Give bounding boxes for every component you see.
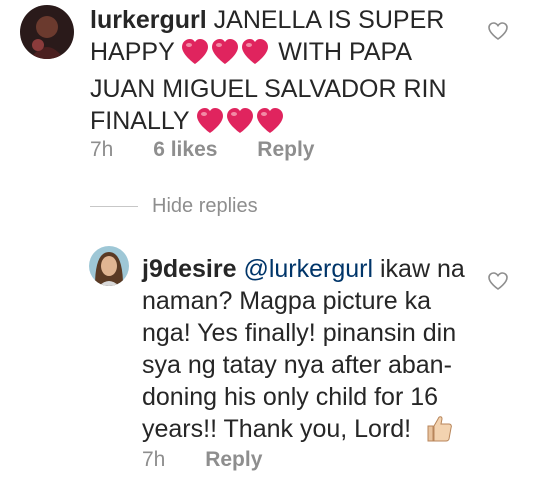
hide-replies-label: Hide replies xyxy=(152,195,258,217)
like-reply-button[interactable] xyxy=(488,272,508,295)
username-j9desire[interactable]: j9desire xyxy=(142,255,237,283)
comment-time: 7h xyxy=(90,138,114,161)
username-lurkergurl[interactable]: lurkergurl xyxy=(90,6,207,34)
reply-text-line: years!! Thank you, Lord! xyxy=(142,415,412,443)
divider-line xyxy=(90,206,138,207)
red-heart-icon xyxy=(256,108,284,142)
hide-replies-toggle[interactable]: Hide replies xyxy=(90,195,258,218)
reply-text-line: sya ng tatay nya after aban- xyxy=(142,351,452,379)
mention-link[interactable]: @lurkergurl xyxy=(243,255,373,283)
avatar-lurkergurl[interactable] xyxy=(20,5,74,59)
thumbs-up-icon xyxy=(424,413,454,451)
red-heart-icon xyxy=(241,39,269,73)
avatar-image xyxy=(89,246,129,286)
heart-outline-icon xyxy=(488,22,508,40)
reply-text-line: ikaw na xyxy=(380,255,465,283)
comment-text-part: JANELLA IS SUPER xyxy=(213,6,445,34)
like-comment-button[interactable] xyxy=(488,22,508,45)
reply-text-line: naman? Magpa picture ka xyxy=(142,287,432,315)
comment-text-part: FINALLY xyxy=(90,107,190,135)
red-heart-icon xyxy=(196,108,224,142)
reply-meta: 7h Reply xyxy=(142,448,296,472)
reply-text-line: doning his only child for 16 xyxy=(142,383,439,411)
comment-lurkergurl: lurkergurl JANELLA IS SUPER HAPPY WITH P… xyxy=(90,4,490,142)
comment-text-part: HAPPY xyxy=(90,38,175,66)
heart-outline-icon xyxy=(488,272,508,290)
reply-text-line: nga! Yes finally! pinansin din xyxy=(142,319,457,347)
reply-button[interactable]: Reply xyxy=(205,448,262,471)
comment-text-part: WITH PAPA xyxy=(278,38,413,66)
likes-count[interactable]: 6 likes xyxy=(153,138,217,161)
reply-j9desire: j9desire @lurkergurl ikaw na naman? Magp… xyxy=(142,253,487,451)
avatar-j9desire[interactable] xyxy=(89,246,129,286)
comment-text-part: JUAN MIGUEL SALVADOR RIN xyxy=(90,75,447,103)
reply-button[interactable]: Reply xyxy=(257,138,314,161)
red-heart-icon xyxy=(226,108,254,142)
avatar-image xyxy=(20,5,74,59)
reply-time: 7h xyxy=(142,448,166,471)
red-heart-icon xyxy=(181,39,209,73)
red-heart-icon xyxy=(211,39,239,73)
comment-meta: 7h 6 likes Reply xyxy=(90,138,348,162)
